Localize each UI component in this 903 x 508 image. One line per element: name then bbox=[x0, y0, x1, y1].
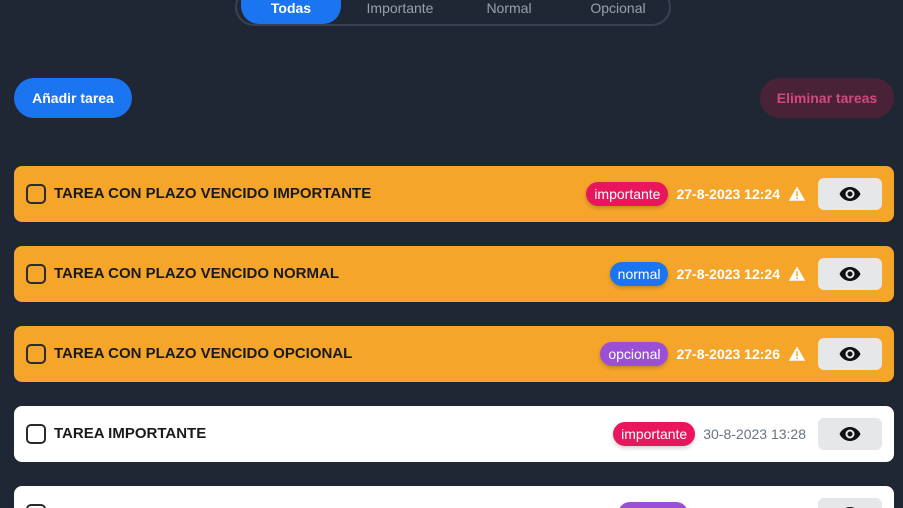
filter-importante[interactable]: Importante bbox=[352, 0, 448, 24]
task-item: TAREA CON PLAZO VENCIDO NORMAL normal 27… bbox=[14, 246, 894, 302]
task-due-date: 27-8-2023 12:24 bbox=[676, 186, 780, 202]
priority-tag: opcional bbox=[600, 342, 669, 366]
view-task-button[interactable] bbox=[818, 338, 882, 370]
task-title: TAREA CON PLAZO VENCIDO NORMAL bbox=[54, 265, 339, 282]
task-due-date: 27-8-2023 12:26 bbox=[676, 346, 780, 362]
priority-tag: importante bbox=[613, 422, 696, 446]
task-due-date: 27-8-2023 12:24 bbox=[676, 266, 780, 282]
filter-todas[interactable]: Todas bbox=[241, 0, 341, 24]
view-task-button[interactable] bbox=[818, 178, 882, 210]
eye-icon bbox=[839, 187, 861, 201]
task-item: TAREA IMPORTANTE importante 30-8-2023 13… bbox=[14, 406, 894, 462]
task-item bbox=[14, 486, 894, 508]
view-task-button[interactable] bbox=[818, 258, 882, 290]
delete-tasks-button[interactable]: Eliminar tareas bbox=[760, 78, 894, 118]
task-checkbox[interactable] bbox=[26, 264, 46, 284]
warning-icon bbox=[788, 346, 806, 361]
eye-icon bbox=[845, 507, 855, 508]
task-checkbox[interactable] bbox=[26, 424, 46, 444]
warning-icon bbox=[788, 266, 806, 281]
view-task-button[interactable] bbox=[818, 498, 882, 508]
task-item: TAREA CON PLAZO VENCIDO OPCIONAL opciona… bbox=[14, 326, 894, 382]
task-item: TAREA CON PLAZO VENCIDO IMPORTANTE impor… bbox=[14, 166, 894, 222]
view-task-button[interactable] bbox=[818, 418, 882, 450]
priority-tag bbox=[618, 502, 688, 508]
warning-icon bbox=[788, 186, 806, 201]
task-due-date: 30-8-2023 13:28 bbox=[703, 426, 806, 442]
task-checkbox[interactable] bbox=[26, 344, 46, 364]
filter-opcional[interactable]: Opcional bbox=[576, 0, 660, 24]
task-title: TAREA IMPORTANTE bbox=[54, 425, 207, 442]
add-task-button[interactable]: Añadir tarea bbox=[14, 78, 132, 118]
eye-icon bbox=[839, 427, 861, 441]
priority-tag: normal bbox=[609, 262, 669, 286]
priority-tag: importante bbox=[586, 182, 669, 206]
eye-icon bbox=[839, 347, 861, 361]
task-checkbox[interactable] bbox=[26, 504, 46, 508]
eye-icon bbox=[839, 267, 861, 281]
task-checkbox[interactable] bbox=[26, 184, 46, 204]
task-title: TAREA CON PLAZO VENCIDO IMPORTANTE bbox=[54, 185, 372, 202]
filter-normal[interactable]: Normal bbox=[466, 0, 552, 24]
task-title: TAREA CON PLAZO VENCIDO OPCIONAL bbox=[54, 345, 353, 362]
